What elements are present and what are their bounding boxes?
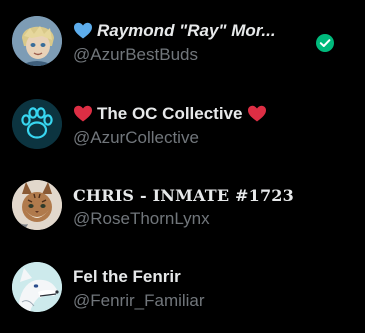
avatar[interactable] [12, 180, 62, 230]
display-name[interactable]: Raymond "Ray" Mor... [73, 20, 276, 42]
account-row-azurcollective[interactable]: The OC Collective @AzurCollective [0, 83, 365, 163]
blonde-cartoon-character-avatar-icon [12, 16, 62, 66]
display-name-text: CHRIS - INMATE #1723 [73, 185, 294, 205]
red-heart-icon [247, 104, 267, 124]
handle: @RoseThornLynx [73, 209, 210, 228]
avatar[interactable] [12, 16, 62, 66]
display-name-text: The OC Collective [97, 104, 243, 123]
handle: @AzurBestBuds [73, 45, 198, 64]
display-name-text: Raymond "Ray" Mor... [97, 21, 276, 40]
display-name[interactable]: CHRIS - INMATE #1723 [73, 184, 294, 206]
red-heart-icon [73, 104, 93, 124]
handle: @AzurCollective [73, 128, 199, 147]
display-name[interactable]: Fel the Fenrir [73, 266, 181, 288]
account-row-fenrir-familiar[interactable]: Fel the Fenrir @Fenrir_Familiar [0, 246, 365, 326]
blue-heart-icon [73, 21, 93, 41]
handle: @Fenrir_Familiar [73, 291, 205, 310]
neon-paw-print-avatar-icon [12, 99, 62, 149]
lynx-character-avatar-icon [12, 180, 62, 230]
account-row-rosethornlynx[interactable]: CHRIS - INMATE #1723 @RoseThornLynx [0, 164, 365, 244]
account-row-azurbestbuds[interactable]: Raymond "Ray" Mor... @AzurBestBuds [0, 0, 365, 80]
display-name[interactable]: The OC Collective [73, 103, 267, 125]
display-name-text: Fel the Fenrir [73, 267, 181, 286]
avatar[interactable] [12, 262, 62, 312]
white-wolf-avatar-icon [12, 262, 62, 312]
verified-check-icon [315, 33, 335, 53]
avatar[interactable] [12, 99, 62, 149]
